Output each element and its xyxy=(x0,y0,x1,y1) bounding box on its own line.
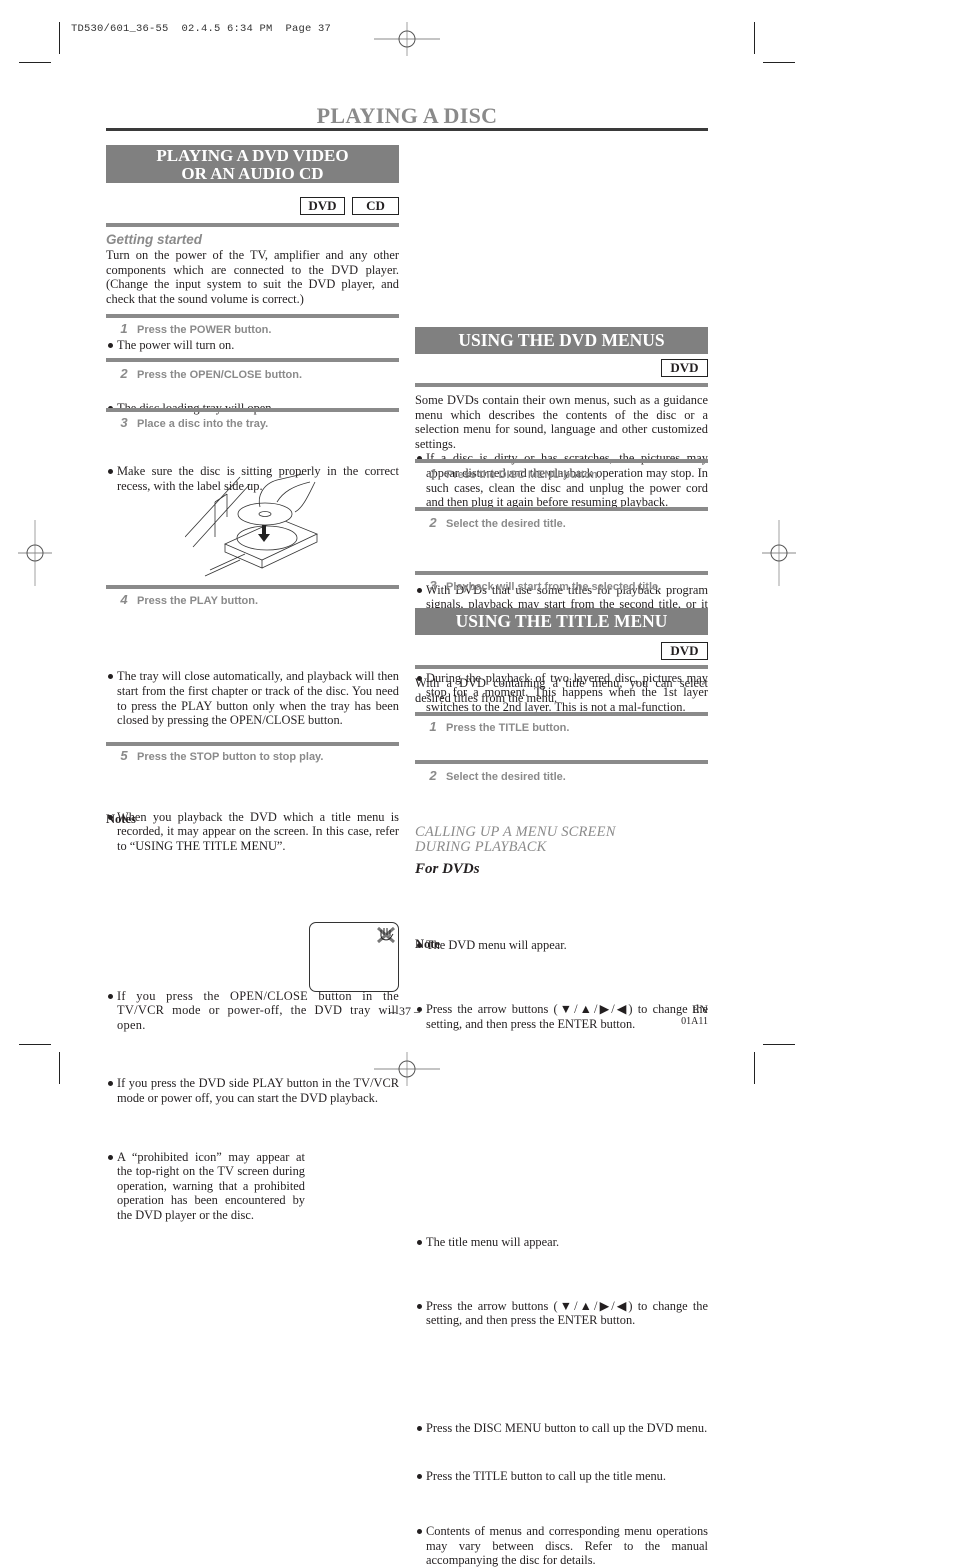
crop-mark xyxy=(754,1052,755,1084)
divider xyxy=(415,712,708,716)
step-label: Select the desired title. xyxy=(446,771,566,783)
dvd-menus-intro: Some DVDs contain their own menus, such … xyxy=(415,393,708,451)
section-header-title-menu: USING THE TITLE MENU xyxy=(415,608,708,635)
step-number: 2 xyxy=(429,768,437,783)
divider xyxy=(415,665,708,669)
notes-heading: Notes xyxy=(106,812,136,826)
registration-mark-icon xyxy=(762,520,796,586)
divider xyxy=(415,760,708,764)
step-label: Press the TITLE button. xyxy=(446,722,570,734)
step-label: Press the PLAY button. xyxy=(137,595,259,607)
bullet-item: The title menu will appear. xyxy=(415,1235,708,1250)
calling-up-heading-line2: DURING PLAYBACK xyxy=(415,839,547,855)
step-label: Place a disc into the tray. xyxy=(137,418,269,430)
crop-mark xyxy=(763,62,795,63)
step-number: 5 xyxy=(120,748,128,763)
language-code: EN xyxy=(692,1002,708,1016)
note-item: Contents of menus and corresponding menu… xyxy=(415,1524,708,1568)
step-number: 1 xyxy=(120,321,128,336)
title-menu-step-2: 2 Select the desired title. xyxy=(429,768,566,783)
crop-mark xyxy=(754,22,755,54)
bullet-item: The tray will close automatically, and p… xyxy=(106,669,399,727)
section-title-line1: PLAYING A DVD VIDEO xyxy=(156,146,349,165)
divider xyxy=(415,507,708,511)
step-number: 1 xyxy=(429,466,437,481)
step-3: 3 Place a disc into the tray. xyxy=(120,415,268,430)
dvd-badge: DVD xyxy=(300,197,345,215)
calling-up-heading: CALLING UP A MENU SCREEN DURING PLAYBACK xyxy=(415,825,616,855)
divider xyxy=(415,459,708,463)
step-label: Press the DISC MENU button. xyxy=(446,469,601,481)
registration-mark-icon xyxy=(374,22,440,56)
crop-mark xyxy=(59,1052,60,1084)
registration-mark-icon xyxy=(18,520,52,586)
step-label: Press the STOP button to stop play. xyxy=(137,751,324,763)
step-number: 1 xyxy=(429,719,437,734)
step-5: 5 Press the STOP button to stop play. xyxy=(120,748,323,763)
step-label: Press the POWER button. xyxy=(137,324,272,336)
step-label: Select the desired title. xyxy=(446,518,566,530)
cd-badge: CD xyxy=(352,197,399,215)
step-number: 2 xyxy=(429,515,437,530)
divider xyxy=(106,742,399,746)
section-header-dvd-menus: USING THE DVD MENUS xyxy=(415,327,708,354)
getting-started-text: Turn on the power of the TV, amplifier a… xyxy=(106,248,399,306)
bullet-item: The power will turn on. xyxy=(106,338,399,353)
step-label: Press the OPEN/CLOSE button. xyxy=(137,369,303,381)
step-label: Playback will start from the selected ti… xyxy=(446,581,662,593)
bullet-item: Press the DISC MENU button to call up th… xyxy=(415,1421,708,1436)
divider xyxy=(106,314,399,318)
dvd-badge: DVD xyxy=(661,642,708,660)
tv-screen-illustration xyxy=(309,922,399,992)
page-number: – 37 – xyxy=(390,1004,420,1018)
bullet-item: Press the arrow buttons (▼/▲/▶/◀) to cha… xyxy=(415,1299,708,1328)
step-number: 4 xyxy=(120,592,128,607)
step-number: 2 xyxy=(120,366,128,381)
prohibited-hand-icon xyxy=(377,926,395,944)
bullet-item: When you playback the DVD which a title … xyxy=(106,810,399,854)
divider xyxy=(106,408,399,412)
getting-started-heading: Getting started xyxy=(106,232,203,247)
note-item: A “prohibited icon” may appear at the to… xyxy=(106,1150,305,1223)
bullet-item: Press the TITLE button to call up the ti… xyxy=(415,1469,708,1484)
step-1: 1 Press the POWER button. xyxy=(120,321,271,336)
step-4: 4 Press the PLAY button. xyxy=(120,592,258,607)
title-menu-intro: With a DVD containing a title menu, you … xyxy=(415,676,708,705)
for-dvds-heading: For DVDs xyxy=(415,861,480,877)
note-item: If you press the DVD side PLAY button in… xyxy=(106,1076,399,1105)
page-title: PLAYING A DISC xyxy=(316,103,498,128)
crop-mark xyxy=(763,1044,795,1045)
note-item: If you press the OPEN/CLOSE button in th… xyxy=(106,989,399,1033)
bullet-item: The DVD menu will appear. xyxy=(415,938,708,953)
dvd-menus-step-3: 3 Playback will start from the selected t… xyxy=(429,578,661,593)
divider xyxy=(415,571,708,575)
step-number: 3 xyxy=(120,415,128,430)
section-title-line2: OR AN AUDIO CD xyxy=(181,164,324,183)
divider xyxy=(106,585,399,589)
calling-up-heading-line1: CALLING UP A MENU SCREEN xyxy=(415,824,616,840)
crop-mark xyxy=(59,22,60,54)
title-menu-step-1: 1 Press the TITLE button. xyxy=(429,719,569,734)
disc-tray-illustration xyxy=(185,473,318,577)
dvd-menus-step-1: 1 Press the DISC MENU button. xyxy=(429,466,601,481)
step-number: 3 xyxy=(429,578,437,593)
dvd-menus-step-2: 2 Select the desired title. xyxy=(429,515,566,530)
step-2: 2 Press the OPEN/CLOSE button. xyxy=(120,366,302,381)
note-heading: Note xyxy=(415,937,440,951)
dvd-badge: DVD xyxy=(661,359,708,377)
printer-slug: TD530/601_36-55 02.4.5 6:34 PM Page 37 xyxy=(71,23,332,35)
crop-mark xyxy=(19,62,51,63)
divider xyxy=(415,383,708,387)
document-code: 01A11 xyxy=(681,1016,708,1027)
divider xyxy=(106,223,399,227)
crop-mark xyxy=(19,1044,51,1045)
section-header-playing-dvd: PLAYING A DVD VIDEO OR AN AUDIO CD xyxy=(106,145,399,183)
title-rule xyxy=(106,128,708,131)
divider xyxy=(106,358,399,362)
